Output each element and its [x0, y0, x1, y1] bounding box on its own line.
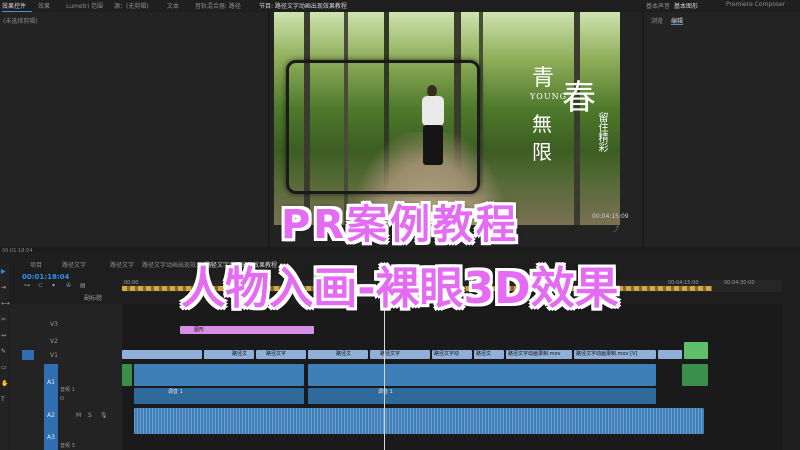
video-text-side: 留住精彩	[596, 112, 607, 152]
video-text-xian: 限	[532, 140, 552, 164]
subtab-underline	[671, 24, 683, 25]
video-clip[interactable]	[658, 350, 682, 359]
video-clip[interactable]: 路径文	[474, 350, 504, 359]
track-v2-label[interactable]: V2	[50, 338, 58, 345]
type-tool-icon[interactable]: T	[1, 396, 7, 403]
video-clip-label: 路径文	[476, 351, 492, 357]
tab-essential-sound[interactable]: 基本声音	[646, 1, 670, 10]
track-a3-name: 音频 3	[60, 443, 75, 449]
razor-tool-icon[interactable]: ✂	[1, 316, 7, 323]
audio-clip[interactable]: 调音 1	[308, 388, 656, 404]
video-clip[interactable]: 路径文	[308, 350, 368, 359]
video-clip[interactable]: 路径文字动画录制.mov	[506, 350, 572, 359]
video-clip-label: 路径文字动画录制.mov	[508, 351, 561, 357]
graphic-clip[interactable]: 图形	[180, 326, 314, 334]
rectangle-tool-icon[interactable]: ▭	[1, 364, 7, 371]
video-clip-label: 路径文字动	[434, 351, 460, 357]
video-clip-label: 路径文	[232, 351, 248, 357]
track-v1-label[interactable]: V1	[50, 352, 58, 359]
track-a1-name: 音频 1	[60, 387, 75, 393]
runner-body	[422, 96, 444, 126]
slip-tool-icon[interactable]: ↔	[1, 332, 7, 339]
tab-effects[interactable]: 效果	[38, 1, 50, 10]
tab-underline	[2, 11, 32, 12]
track-a1-label[interactable]: A1	[47, 379, 55, 386]
video-clip-label: 路径文	[336, 351, 352, 357]
video-clip-label: 路径文字动画录制.mov [V]	[576, 351, 638, 357]
tab-effect-controls[interactable]: 效果控件	[2, 1, 26, 10]
runner-legs	[423, 125, 443, 165]
tab-lumetri-scopes[interactable]: Lumetri 范围	[66, 1, 103, 10]
tracks-area[interactable]: 图形 路径文 路径文字 路径文 路径文字 路径文字动 路径文 路径文字动画录制.…	[122, 280, 782, 450]
program-title[interactable]: 节目: 路径文字动画出现效果教程	[259, 1, 347, 10]
video-clip[interactable]	[122, 350, 202, 359]
audio-clip-label: 调音 1	[168, 389, 183, 395]
audio-clip[interactable]	[308, 364, 656, 386]
tab-source[interactable]: 源：(无剪辑)	[114, 1, 149, 10]
overlay-title-line2: 人物入画-裸眼3D效果	[181, 263, 619, 314]
video-text-chun: 春	[562, 78, 596, 118]
solo-icon[interactable]: S	[88, 412, 92, 419]
right-tabbar: 基本声音 基本图形 Premiere Composer	[644, 0, 800, 12]
graphic-clip-label: 图形	[194, 327, 205, 333]
program-tabbar: 节目: 路径文字动画出现效果教程	[259, 0, 642, 12]
tab-audio-mixer[interactable]: 音轨混合器: 路径	[195, 1, 241, 10]
green-clip[interactable]	[684, 342, 708, 359]
mute-icon[interactable]: M	[76, 412, 81, 419]
track-o-label: O	[60, 396, 64, 402]
video-text-wu: 無	[532, 112, 552, 136]
audio-clip[interactable]	[134, 364, 304, 386]
track-a3-label[interactable]: A3	[47, 434, 55, 441]
track-headers: V3 V2 V1 A1 音频 1 O A2 A3 音频 3 M S 🎙	[10, 304, 122, 450]
source-tabbar: 效果控件 效果 Lumetri 范围 源：(无剪辑) 文本 音轨混合器: 路径	[0, 0, 268, 12]
track-a2-label[interactable]: A2	[47, 412, 55, 419]
pop-out-frame	[286, 60, 480, 194]
video-clip[interactable]: 路径文	[204, 350, 254, 359]
pen-tool-icon[interactable]: ✎	[1, 348, 7, 355]
overlay-title-line1: PR案例教程	[280, 202, 520, 248]
audio-clip[interactable]: 调音 1	[134, 388, 304, 404]
video-clip[interactable]: 路径文字动	[432, 350, 472, 359]
video-clip[interactable]: 路径文字	[370, 350, 430, 359]
track-v3-label[interactable]: V3	[50, 321, 58, 328]
video-clip[interactable]: 路径文字动画录制.mov [V]	[574, 350, 656, 359]
mic-icon[interactable]: 🎙	[100, 412, 108, 419]
video-clip-label: 路径文字	[380, 351, 401, 357]
audio-waveform-clip[interactable]	[134, 408, 704, 434]
tab-text[interactable]: 文本	[167, 1, 179, 10]
track-v1-highlight	[22, 350, 34, 360]
hand-tool-icon[interactable]: ✋	[1, 380, 8, 387]
video-clip-label: 路径文字	[266, 351, 287, 357]
audio-clip[interactable]	[682, 364, 708, 386]
tab-essential-graphics[interactable]: 基本图形	[674, 1, 698, 10]
tab-premiere-composer[interactable]: Premiere Composer	[726, 1, 785, 8]
audio-clip-label: 调音 1	[378, 389, 393, 395]
audio-clip[interactable]	[122, 364, 132, 386]
video-clip[interactable]: 路径文字	[256, 350, 306, 359]
no-clip-selected-text: (未选择剪辑)	[3, 18, 38, 25]
video-text-qing: 青	[532, 66, 555, 91]
subtab-browse[interactable]: 浏览	[651, 16, 663, 25]
